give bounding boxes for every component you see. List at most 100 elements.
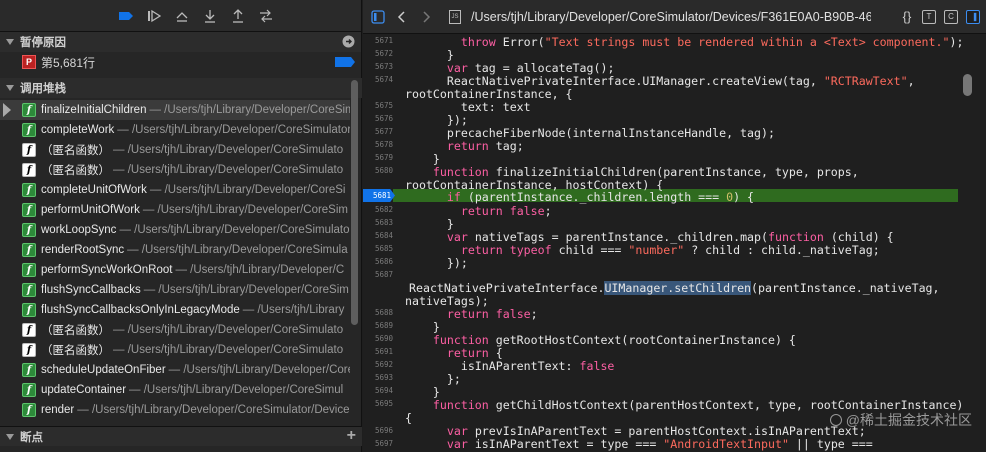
frame-function-name: performUnitOfWork bbox=[41, 204, 140, 216]
call-stack-frame[interactable]: f flushSyncCallbacksOnlyInLegacyMode — /Us… bbox=[0, 300, 350, 320]
call-stack-frame[interactable]: f render — /Users/tjh/Library/Developer/Co… bbox=[0, 400, 350, 420]
pause-reason-header[interactable]: 暂停原因 bbox=[0, 32, 361, 52]
frame-source-path: — /Users/tjh/Library/Developer/CoreSimul… bbox=[113, 164, 344, 176]
call-stack-frame[interactable]: f performUnitOfWork — /Users/tjh/Library/D… bbox=[0, 200, 350, 220]
type-profiler-icon[interactable]: T bbox=[922, 9, 936, 24]
function-icon: f bbox=[22, 323, 36, 337]
code-line-current: if (parentInstance._children.length === … bbox=[446, 190, 755, 204]
breakpoints-toggle-icon[interactable] bbox=[117, 7, 135, 25]
go-to-arrow-icon[interactable] bbox=[342, 35, 355, 48]
frame-source-path: — /Users/tjh/Library/Developer/CoreSimul… bbox=[127, 244, 348, 256]
step-over-icon[interactable] bbox=[173, 7, 191, 25]
step-out-icon[interactable] bbox=[229, 7, 247, 25]
function-icon: f bbox=[22, 383, 36, 397]
line-number: 5688 bbox=[374, 308, 393, 317]
line-number: 5675 bbox=[374, 101, 393, 110]
line-number: 5689 bbox=[374, 321, 393, 330]
call-stack-frame[interactable]: f finalizeInitialChildren — /Users/tjh/Lib… bbox=[0, 100, 350, 120]
call-stack-frame[interactable]: f scheduleUpdateOnFiber — /Users/tjh/Libra… bbox=[0, 360, 350, 380]
back-chevron-icon[interactable] bbox=[393, 8, 411, 26]
pause-reason-text: 第5,681行 bbox=[41, 55, 96, 70]
function-icon: f bbox=[22, 403, 36, 417]
frame-source-path: — /Users/tjh/Library/Developer/CoreSim bbox=[142, 204, 348, 216]
frame-source-path: — /Users/tjh/Library/Developer/CoreSimul… bbox=[113, 144, 344, 156]
line-number: 5679 bbox=[374, 153, 393, 162]
code-line: }); bbox=[405, 113, 468, 127]
frame-function-name: （匿名函数） bbox=[41, 325, 110, 337]
sidebar-toggle-icon[interactable] bbox=[369, 8, 387, 26]
code-line: function finalizeInitialChildren(parentI… bbox=[432, 165, 859, 179]
line-number: 5694 bbox=[374, 386, 393, 395]
call-stack-frame[interactable]: f flushSyncCallbacks — /Users/tjh/Library/… bbox=[0, 280, 350, 300]
call-stack-frame[interactable]: f （匿名函数） — /Users/tjh/Library/Developer/Co… bbox=[0, 340, 350, 360]
line-number: 5678 bbox=[374, 140, 393, 149]
call-stack-list: f finalizeInitialChildren — /Users/tjh/Lib… bbox=[0, 100, 350, 420]
code-line: return false; bbox=[460, 204, 552, 218]
line-number: 5674 bbox=[374, 75, 393, 84]
pause-reason-title: 暂停原因 bbox=[20, 37, 66, 49]
code-line: precacheFiberNode(internalInstanceHandle… bbox=[405, 126, 775, 140]
line-number: 5685 bbox=[374, 244, 393, 253]
code-line-wrap: nativeTags); bbox=[405, 294, 489, 308]
function-icon: f bbox=[22, 303, 36, 317]
code-line: }; bbox=[405, 372, 461, 386]
step-into-icon[interactable] bbox=[201, 7, 219, 25]
breakpoint-marker-icon bbox=[335, 57, 355, 67]
call-stack-frame[interactable]: f renderRootSync — /Users/tjh/Library/Deve… bbox=[0, 240, 350, 260]
add-breakpoint-icon[interactable]: + bbox=[347, 428, 356, 444]
call-stack-frame[interactable]: f （匿名函数） — /Users/tjh/Library/Developer/Co… bbox=[0, 320, 350, 340]
frame-source-path: — /Users/tjh/Library/Developer/CoreSimul bbox=[129, 384, 344, 396]
function-icon: f bbox=[22, 183, 36, 197]
code-line: return tag; bbox=[446, 139, 524, 153]
file-path-breadcrumb[interactable]: /Users/tjh/Library/Developer/CoreSimulat… bbox=[471, 10, 871, 24]
call-stack-frame[interactable]: f workLoopSync — /Users/tjh/Library/Develo… bbox=[0, 220, 350, 240]
line-number: 5673 bbox=[374, 62, 393, 71]
current-line-marker[interactable]: 5681 bbox=[363, 189, 395, 202]
call-stack-header[interactable]: 调用堆栈 bbox=[0, 78, 362, 98]
code-line: var isInAParentText = type === "AndroidT… bbox=[446, 437, 873, 451]
code-line: throw Error("Text strings must be render… bbox=[460, 35, 963, 49]
code-view[interactable]: 5671 throw Error("Text strings must be r… bbox=[363, 35, 963, 452]
frame-function-name: （匿名函数） bbox=[41, 145, 110, 157]
step-next-icon[interactable] bbox=[257, 7, 275, 25]
forward-chevron-icon[interactable] bbox=[417, 8, 435, 26]
frame-source-path: — /Users/tjh/Library/Developer/CoreSimul… bbox=[113, 344, 344, 356]
frame-function-name: （匿名函数） bbox=[41, 345, 110, 357]
code-line: function getRootHostContext(rootContaine… bbox=[432, 333, 796, 347]
call-stack-frame[interactable]: f performSyncWorkOnRoot — /Users/tjh/Libra… bbox=[0, 260, 350, 280]
call-stack-frame[interactable]: f completeWork — /Users/tjh/Library/Develo… bbox=[0, 120, 350, 140]
line-number: 5686 bbox=[374, 257, 393, 266]
call-stack-frame[interactable]: f updateContainer — /Users/tjh/Library/Dev… bbox=[0, 380, 350, 400]
resume-icon[interactable] bbox=[145, 7, 163, 25]
line-number: 5695 bbox=[374, 399, 393, 408]
details-sidebar-toggle-icon[interactable] bbox=[966, 9, 980, 24]
call-stack-frame[interactable]: f （匿名函数） — /Users/tjh/Library/Developer/Co… bbox=[0, 160, 350, 180]
breakpoints-header[interactable]: 断点 + bbox=[0, 426, 362, 446]
frame-function-name: （匿名函数） bbox=[41, 165, 110, 177]
pause-reason-row[interactable]: P 第5,681行 bbox=[0, 52, 361, 72]
frame-source-path: — /Users/tjh/Library/Developer/CoreSimul… bbox=[77, 404, 350, 416]
breakpoints-title: 断点 bbox=[20, 431, 43, 444]
call-stack-frame[interactable]: f completeUnitOfWork — /Users/tjh/Library/… bbox=[0, 180, 350, 200]
code-line: } bbox=[405, 48, 454, 62]
call-stack-frame[interactable]: f （匿名函数） — /Users/tjh/Library/Developer/Co… bbox=[0, 140, 350, 160]
scrollbar[interactable] bbox=[351, 80, 358, 325]
code-line-wrap: rootContainerInstance, { bbox=[405, 87, 573, 101]
line-number: 5693 bbox=[374, 373, 393, 382]
frame-function-name: completeWork bbox=[41, 124, 115, 136]
line-number: 5696 bbox=[374, 426, 393, 435]
code-line: var prevIsInAParentText = parentHostCont… bbox=[446, 424, 866, 438]
function-icon: f bbox=[22, 103, 36, 117]
line-number: 5676 bbox=[374, 114, 393, 123]
line-number: 5671 bbox=[374, 36, 393, 45]
code-coverage-icon[interactable]: C bbox=[944, 9, 958, 24]
frame-source-path: — /Users/tjh/Library/Developer/Core bbox=[168, 364, 350, 376]
line-number: 5680 bbox=[374, 166, 393, 175]
pause-badge-icon: P bbox=[22, 55, 36, 69]
pretty-print-icon[interactable]: {} bbox=[900, 9, 914, 24]
scrollbar[interactable] bbox=[963, 74, 972, 96]
function-icon: f bbox=[22, 203, 36, 217]
function-icon: f bbox=[22, 123, 36, 137]
frame-source-path: — /Users/tjh/Library/Developer/CoreSimul… bbox=[117, 124, 350, 136]
frame-source-path: — /Users/tjh/Library/Developer/CoreSim bbox=[143, 284, 349, 296]
